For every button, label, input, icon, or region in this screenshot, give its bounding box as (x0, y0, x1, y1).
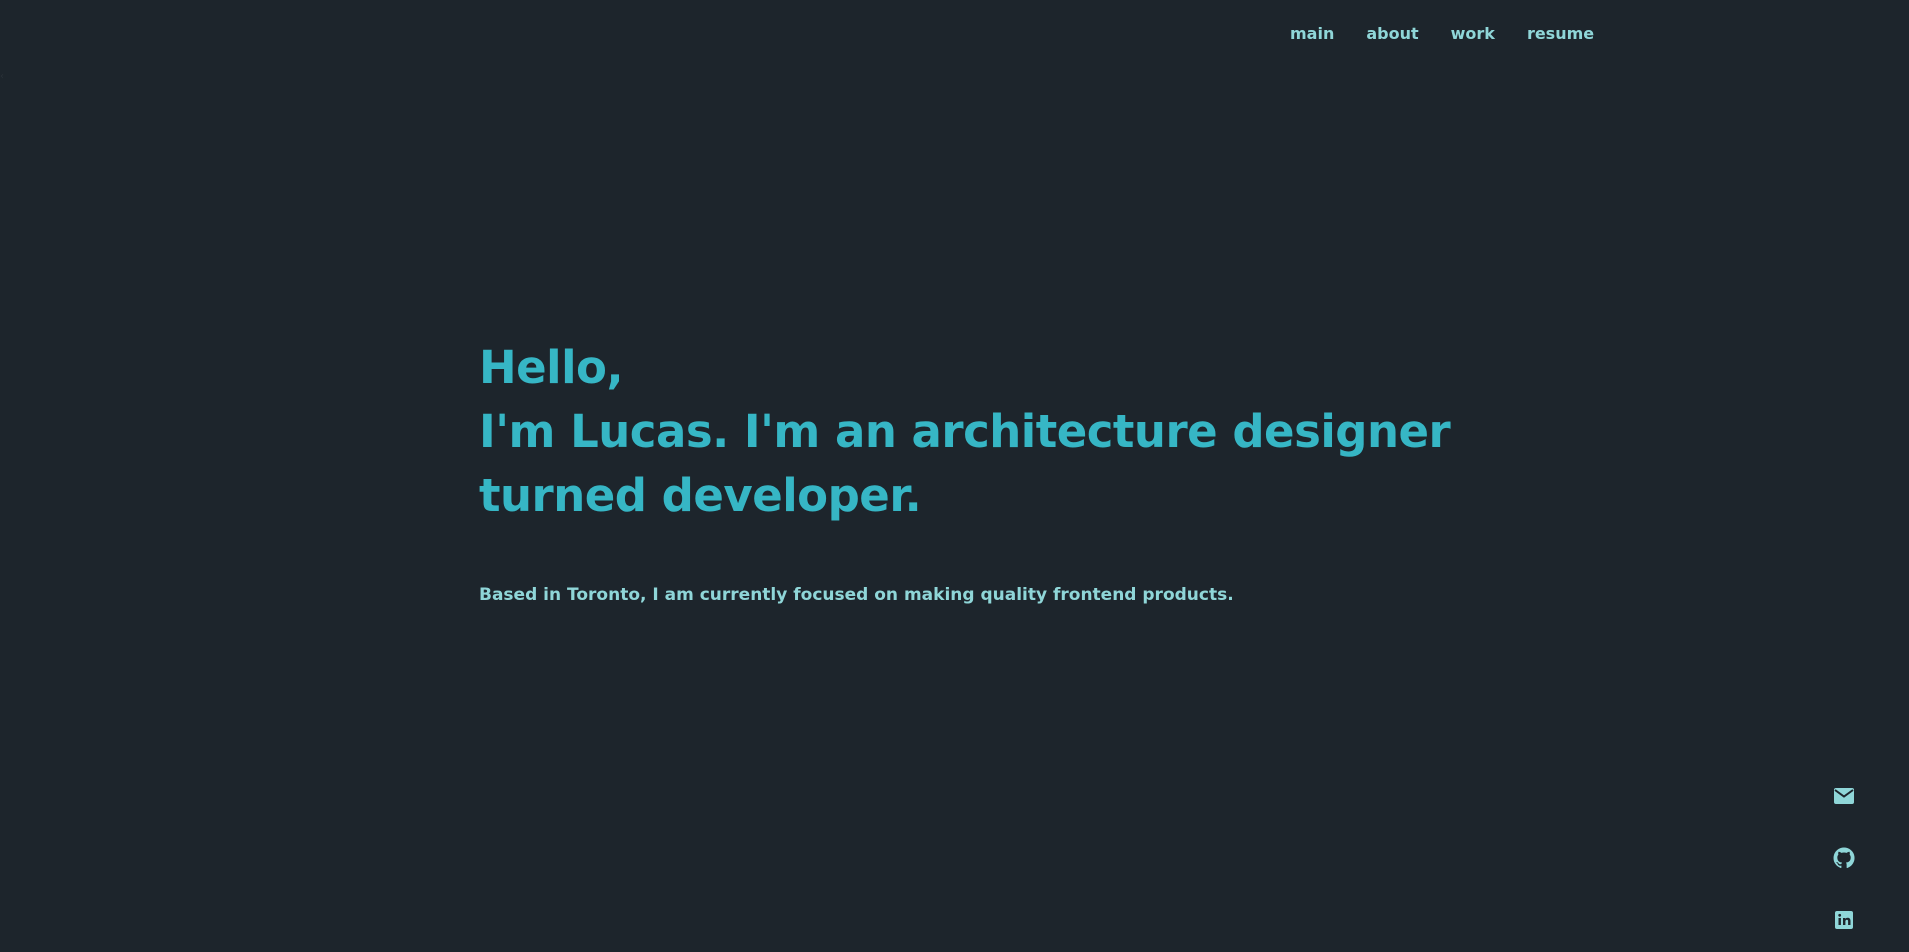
github-icon[interactable] (1832, 846, 1856, 870)
social-links (1832, 784, 1856, 932)
nav-link-resume[interactable]: resume (1527, 24, 1594, 44)
edge-artifact: ‹ (0, 71, 4, 82)
hero-greeting: Hello, (479, 341, 624, 394)
hero-subtitle: Based in Toronto, I am currently focused… (479, 585, 1234, 605)
linkedin-icon[interactable] (1832, 908, 1856, 932)
mail-icon[interactable] (1832, 784, 1856, 808)
nav-link-work[interactable]: work (1451, 24, 1495, 44)
nav-link-main[interactable]: main (1290, 24, 1334, 44)
hero-heading: Hello, I'm Lucas. I'm an architecture de… (479, 336, 1479, 528)
hero-section: Hello, I'm Lucas. I'm an architecture de… (479, 336, 1479, 606)
hero-intro-line-2: turned developer. (479, 469, 922, 522)
nav-link-about[interactable]: about (1366, 24, 1418, 44)
hero-intro-line: I'm Lucas. I'm an architecture designer (479, 405, 1451, 458)
top-nav: main about work resume (1290, 24, 1594, 44)
